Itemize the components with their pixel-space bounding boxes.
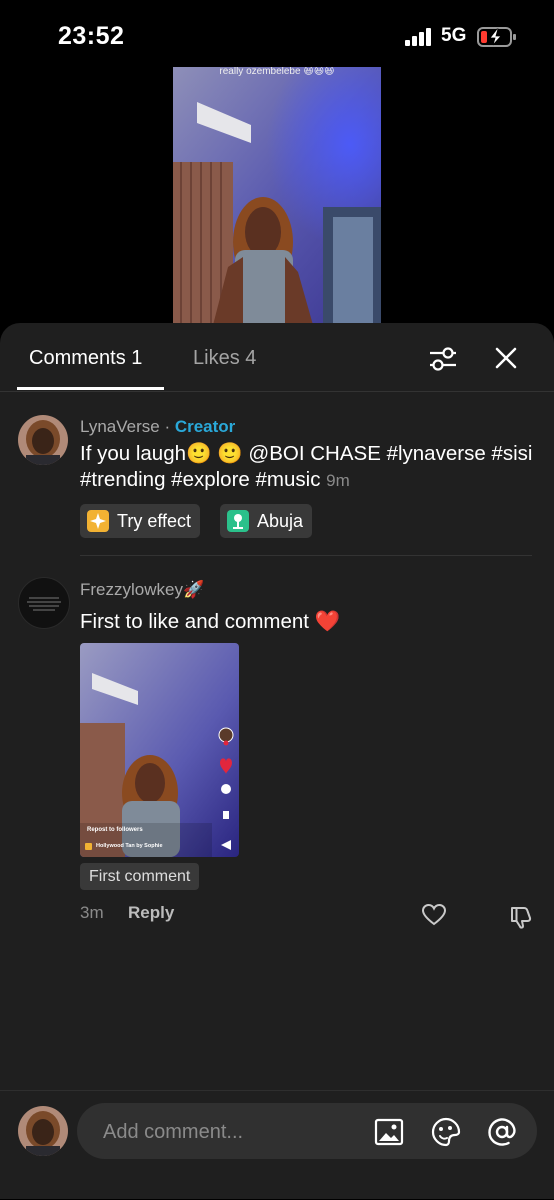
battery-charging-icon	[477, 27, 516, 47]
sticker-emoji-icon[interactable]	[431, 1117, 461, 1147]
like-heart-icon[interactable]	[421, 903, 447, 927]
location-label: Abuja	[257, 510, 304, 531]
network-type: 5G	[441, 25, 467, 46]
creator-badge: Creator	[174, 417, 236, 436]
comment-composer	[0, 1090, 554, 1200]
comments-sheet: Comments 1 Likes 4 LynaVerse · Creator I…	[0, 323, 554, 1199]
active-tab-indicator	[17, 387, 164, 390]
repost-label: Repost to followers	[87, 827, 143, 833]
video-preview[interactable]: really ozembelebe 😆😆😆	[173, 67, 381, 325]
tab-bar: Comments 1 Likes 4	[0, 323, 554, 392]
filter-sliders-icon[interactable]	[428, 345, 458, 373]
comment-image-frame	[80, 643, 239, 857]
first-comment-tag: First comment	[80, 863, 200, 890]
tab-likes[interactable]: Likes 4	[193, 347, 256, 370]
author-name[interactable]: LynaVerse	[80, 417, 160, 436]
tab-comments[interactable]: Comments 1	[29, 347, 142, 370]
avatar-image	[27, 597, 61, 611]
signal-icon	[405, 28, 433, 46]
reply-button[interactable]: Reply	[128, 903, 174, 923]
comment-author[interactable]: LynaVerse · Creator	[80, 417, 235, 437]
video-caption: really ozembelebe 😆😆😆	[219, 67, 335, 77]
comment-divider	[80, 555, 532, 556]
my-avatar[interactable]	[18, 1106, 68, 1156]
dislike-icon[interactable]	[507, 904, 533, 930]
effect-sparkle-icon	[87, 510, 109, 532]
mention-at-icon[interactable]	[487, 1117, 517, 1147]
avatar-image	[18, 415, 68, 465]
comment-time: 9m	[326, 471, 350, 490]
comment-image[interactable]: Repost to followers Hollywood Tan by Sop…	[80, 643, 239, 857]
status-bar: 23:52 5G	[0, 0, 554, 70]
avatar[interactable]	[18, 415, 68, 465]
close-icon[interactable]	[493, 345, 519, 371]
location-chip[interactable]: Abuja	[220, 504, 313, 538]
author-separator: ·	[159, 417, 175, 436]
comment-input[interactable]	[101, 1103, 355, 1161]
comment-time: 3m	[80, 903, 104, 922]
comment-text: If you laugh🙂 🙂 @BOI CHASE #lynaverse #s…	[80, 441, 535, 494]
comment-author[interactable]: Frezzylowkey🚀	[80, 580, 204, 600]
video-frame	[173, 67, 381, 325]
comment-input-container[interactable]	[77, 1103, 537, 1161]
location-pin-icon	[227, 510, 249, 532]
try-effect-chip[interactable]: Try effect	[80, 504, 201, 538]
comment-text: First to like and comment ❤️	[80, 610, 341, 633]
avatar[interactable]	[18, 577, 70, 629]
image-icon[interactable]	[374, 1117, 404, 1147]
comment-body: If you laugh🙂 🙂 @BOI CHASE #lynaverse #s…	[80, 442, 533, 491]
try-effect-label: Try effect	[117, 510, 192, 531]
avatar-image	[18, 1106, 68, 1156]
clock: 23:52	[58, 22, 125, 50]
music-label: Hollywood Tan by Sophie	[96, 843, 163, 849]
